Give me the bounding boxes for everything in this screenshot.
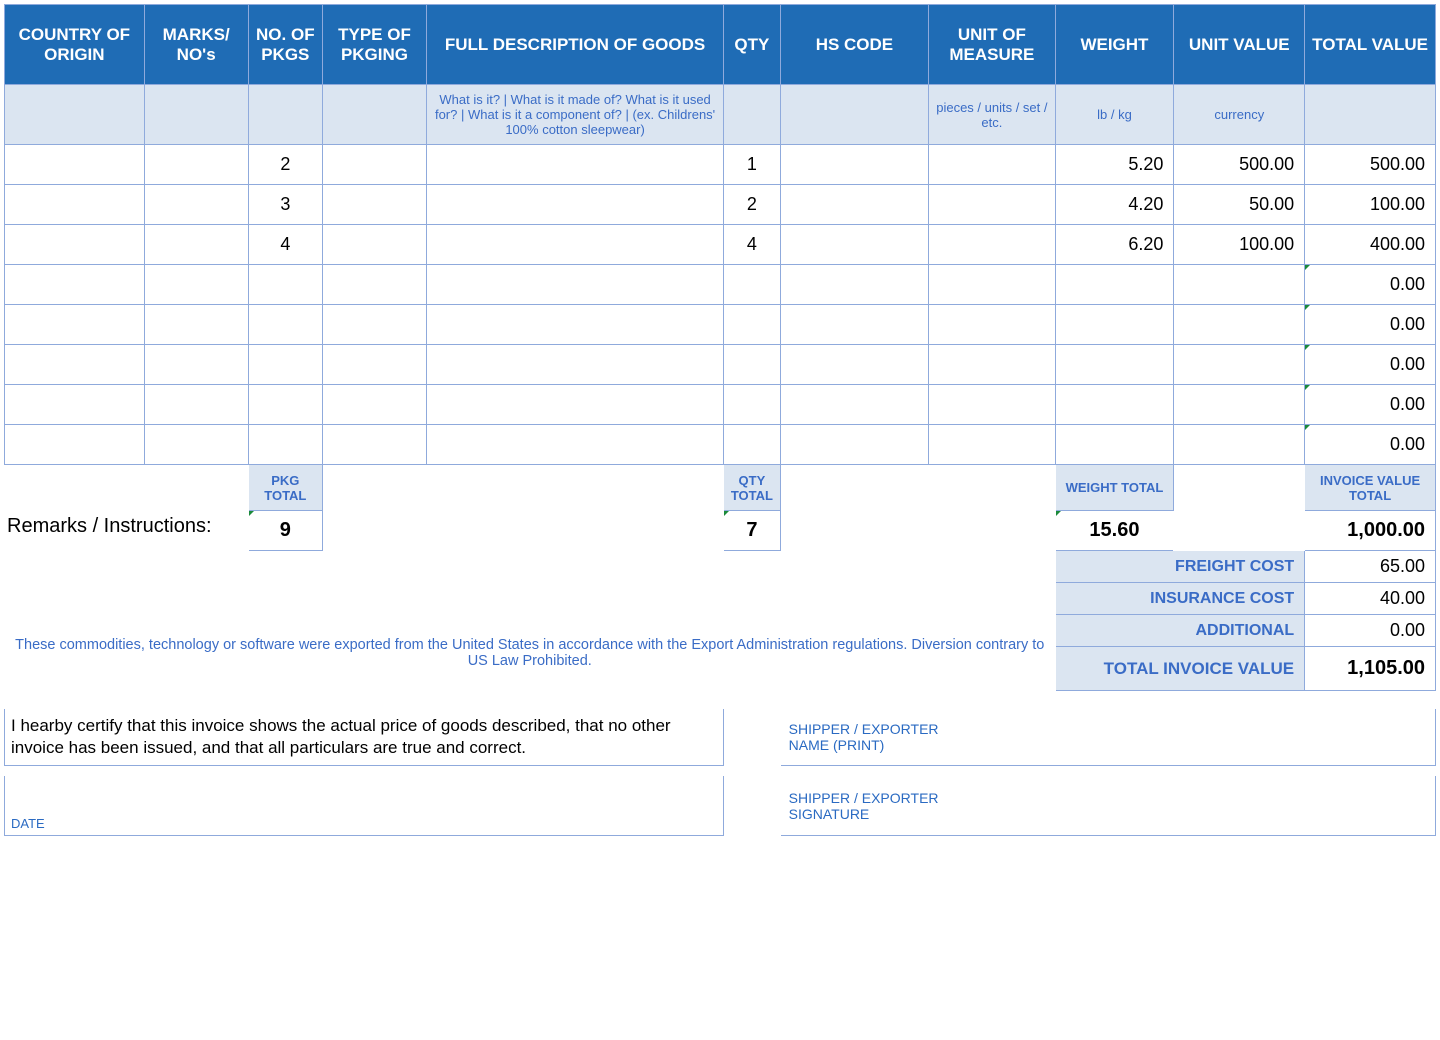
hint-desc: What is it? | What is it made of? What i… (426, 85, 723, 145)
col-desc: FULL DESCRIPTION OF GOODS (426, 5, 723, 85)
cell-qty[interactable] (724, 265, 780, 305)
cell-qty[interactable]: 2 (724, 185, 780, 225)
shipper-name-line2: NAME (PRINT) (789, 737, 1427, 753)
table-row: 0.00 (5, 345, 1436, 385)
cell-pkgs[interactable] (248, 425, 322, 465)
col-country: COUNTRY OF ORIGIN (5, 5, 145, 85)
qty-total-label: QTY TOTAL (724, 465, 780, 511)
totalinvoice-label: TOTAL INVOICE VALUE (1055, 647, 1305, 691)
cell-unit[interactable]: 50.00 (1174, 185, 1305, 225)
hint-unitval: currency (1174, 85, 1305, 145)
subtotal-labels: PKG TOTAL QTY TOTAL WEIGHT TOTAL INVOICE… (5, 465, 1436, 511)
remarks-label: Remarks / Instructions: (5, 511, 249, 583)
invoice-total-label: INVOICE VALUE TOTAL (1305, 465, 1436, 511)
date-box[interactable]: DATE (5, 776, 724, 836)
cell-weight[interactable]: 4.20 (1055, 185, 1174, 225)
weight-total-label: WEIGHT TOTAL (1055, 465, 1174, 511)
cell-unit[interactable] (1174, 265, 1305, 305)
cell-weight[interactable] (1055, 265, 1174, 305)
col-weight: WEIGHT (1055, 5, 1174, 85)
certify-row: I hearby certify that this invoice shows… (5, 709, 1436, 766)
cell-pkgs[interactable]: 3 (248, 185, 322, 225)
cell-weight[interactable]: 5.20 (1055, 145, 1174, 185)
hint-uom: pieces / units / set / etc. (929, 85, 1055, 145)
col-pkgs: NO. OF PKGS (248, 5, 322, 85)
additional-value[interactable]: 0.00 (1305, 615, 1436, 647)
cell-unit[interactable]: 100.00 (1174, 225, 1305, 265)
cell-total[interactable]: 100.00 (1305, 185, 1436, 225)
date-sig-row: DATE SHIPPER / EXPORTER SIGNATURE (5, 776, 1436, 836)
col-qty: QTY (724, 5, 780, 85)
col-pkging: TYPE OF PKGING (322, 5, 426, 85)
cell-total[interactable]: 0.00 (1305, 265, 1436, 305)
cell-qty[interactable] (724, 425, 780, 465)
cell-total[interactable]: 500.00 (1305, 145, 1436, 185)
freight-label: FREIGHT COST (1055, 551, 1305, 583)
insurance-row: INSURANCE COST 40.00 (5, 583, 1436, 615)
col-hscode: HS CODE (780, 5, 929, 85)
freight-value[interactable]: 65.00 (1305, 551, 1436, 583)
shipper-name-box[interactable]: SHIPPER / EXPORTER NAME (PRINT) (780, 709, 1435, 766)
additional-row: These commodities, technology or softwar… (5, 615, 1436, 647)
cell-weight[interactable] (1055, 345, 1174, 385)
cell-total[interactable]: 0.00 (1305, 425, 1436, 465)
col-totalval: TOTAL VALUE (1305, 5, 1436, 85)
cell-unit[interactable] (1174, 425, 1305, 465)
col-marks: MARKS/ NO's (144, 5, 248, 85)
cell-unit[interactable]: 500.00 (1174, 145, 1305, 185)
cell-weight[interactable] (1055, 305, 1174, 345)
cell-pkgs[interactable] (248, 385, 322, 425)
shipper-sig-line1: SHIPPER / EXPORTER (789, 790, 1427, 806)
cell-weight[interactable] (1055, 385, 1174, 425)
cell-pkgs[interactable]: 4 (248, 225, 322, 265)
pkg-total-label: PKG TOTAL (248, 465, 322, 511)
hint-row: What is it? | What is it made of? What i… (5, 85, 1436, 145)
cell-qty[interactable] (724, 385, 780, 425)
hint-weight: lb / kg (1055, 85, 1174, 145)
cell-weight[interactable]: 6.20 (1055, 225, 1174, 265)
cell-pkgs[interactable] (248, 265, 322, 305)
col-unitval: UNIT VALUE (1174, 5, 1305, 85)
cell-total[interactable]: 0.00 (1305, 385, 1436, 425)
cell-unit[interactable] (1174, 305, 1305, 345)
cell-pkgs[interactable]: 2 (248, 145, 322, 185)
invoice-total[interactable]: 1,000.00 (1305, 511, 1436, 551)
table-row: 0.00 (5, 425, 1436, 465)
cell-pkgs[interactable] (248, 345, 322, 385)
table-row: 0.00 (5, 385, 1436, 425)
table-row: 0.00 (5, 305, 1436, 345)
col-uom: UNIT OF MEASURE (929, 5, 1055, 85)
cell-qty[interactable] (724, 305, 780, 345)
shipper-sig-box[interactable]: SHIPPER / EXPORTER SIGNATURE (780, 776, 1435, 836)
cell-qty[interactable]: 4 (724, 225, 780, 265)
additional-label: ADDITIONAL (1055, 615, 1305, 647)
certify-text: I hearby certify that this invoice shows… (5, 709, 724, 766)
insurance-value[interactable]: 40.00 (1305, 583, 1436, 615)
shipper-sig-line2: SIGNATURE (789, 806, 1427, 822)
header-row: COUNTRY OF ORIGIN MARKS/ NO's NO. OF PKG… (5, 5, 1436, 85)
pkg-total[interactable]: 9 (248, 511, 322, 551)
cell-qty[interactable] (724, 345, 780, 385)
weight-total[interactable]: 15.60 (1055, 511, 1174, 551)
cell-total[interactable]: 400.00 (1305, 225, 1436, 265)
cell-weight[interactable] (1055, 425, 1174, 465)
totalinvoice-value[interactable]: 1,105.00 (1305, 647, 1436, 691)
cell-unit[interactable] (1174, 345, 1305, 385)
table-row: 0.00 (5, 265, 1436, 305)
table-row: 215.20500.00500.00 (5, 145, 1436, 185)
cell-total[interactable]: 0.00 (1305, 305, 1436, 345)
shipper-name-line1: SHIPPER / EXPORTER (789, 721, 1427, 737)
qty-total[interactable]: 7 (724, 511, 780, 551)
export-disclaimer: These commodities, technology or softwar… (5, 615, 1056, 691)
cell-total[interactable]: 0.00 (1305, 345, 1436, 385)
cell-pkgs[interactable] (248, 305, 322, 345)
table-row: 4 4 6.20100.00400.00 (5, 225, 1436, 265)
table-row: 3 2 4.2050.00100.00 (5, 185, 1436, 225)
invoice-table: COUNTRY OF ORIGIN MARKS/ NO's NO. OF PKG… (4, 4, 1436, 836)
insurance-label: INSURANCE COST (1055, 583, 1305, 615)
cell-unit[interactable] (1174, 385, 1305, 425)
cell-qty[interactable]: 1 (724, 145, 780, 185)
